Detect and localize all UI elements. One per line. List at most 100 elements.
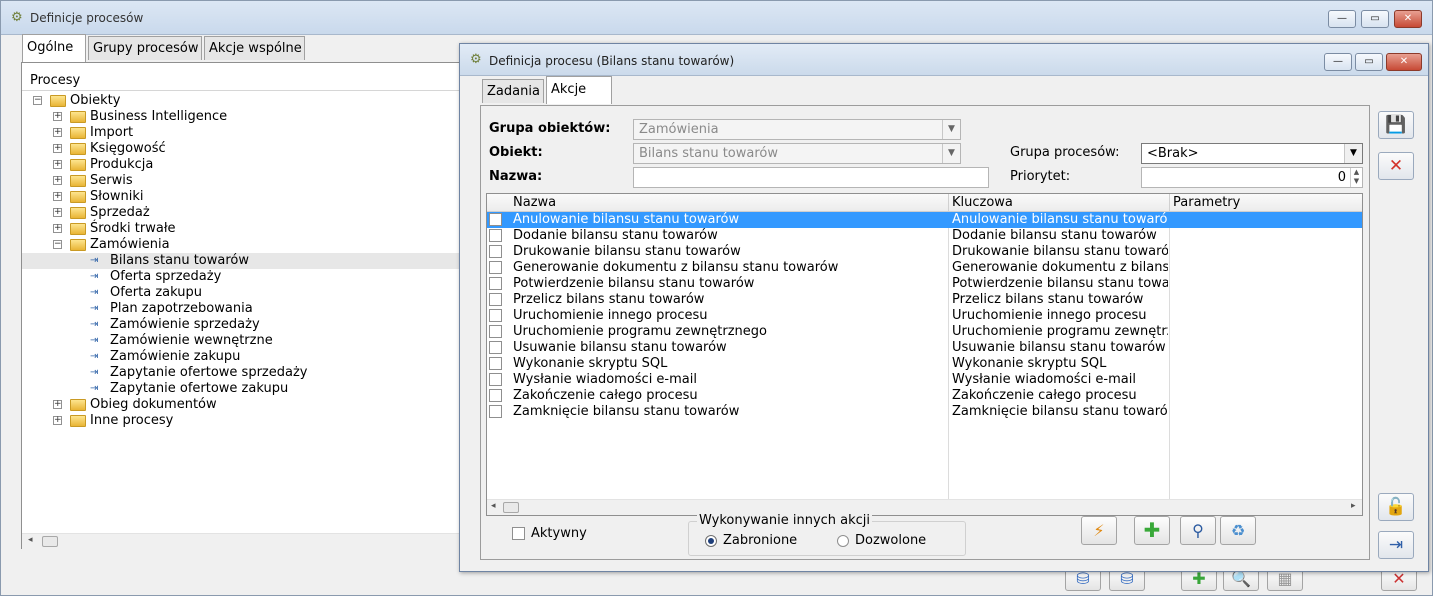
- tree-group[interactable]: + Serwis: [22, 173, 462, 189]
- minimize-button[interactable]: —: [1328, 10, 1356, 28]
- table-row[interactable]: Usuwanie bilansu stanu towarów Usuwanie b…: [487, 340, 1362, 356]
- table-row[interactable]: Uruchomienie programu zewnętrznego Urucho…: [487, 324, 1362, 340]
- collapse-icon[interactable]: −: [53, 240, 62, 249]
- add-button[interactable]: ✚: [1134, 516, 1170, 545]
- tree-group[interactable]: + Sprzedaż: [22, 205, 462, 221]
- grupa-procesow-combo[interactable]: <Brak> ▼: [1141, 143, 1363, 164]
- tree-process[interactable]: ⇥ Oferta zakupu: [22, 285, 462, 301]
- table-row[interactable]: Generowanie dokumentu z bilansu stanu to…: [487, 260, 1362, 276]
- table-row[interactable]: Uruchomienie innego procesu Uruchomienie …: [487, 308, 1362, 324]
- column-header-nazwa[interactable]: Nazwa: [513, 195, 556, 211]
- row-checkbox[interactable]: [489, 213, 502, 226]
- pin-button[interactable]: ⇥: [1378, 531, 1414, 559]
- expand-icon[interactable]: +: [53, 112, 62, 121]
- tree-group[interactable]: + Księgowość: [22, 141, 462, 157]
- tree-group[interactable]: + Business Intelligence: [22, 109, 462, 125]
- recycle-button[interactable]: ♻: [1220, 516, 1256, 545]
- expand-icon[interactable]: +: [53, 128, 62, 137]
- row-checkbox[interactable]: [489, 373, 502, 386]
- table-row[interactable]: Wykonanie skryptu SQL Wykonanie skryptu S…: [487, 356, 1362, 372]
- tree-process[interactable]: ⇥ Oferta sprzedaży: [22, 269, 462, 285]
- row-checkbox[interactable]: [489, 357, 502, 370]
- save-button[interactable]: 💾: [1378, 111, 1414, 139]
- tab-grupy-procesow[interactable]: Grupy procesów: [88, 36, 202, 60]
- expand-icon[interactable]: +: [53, 144, 62, 153]
- expand-icon[interactable]: +: [53, 176, 62, 185]
- grupa-obiektow-combo[interactable]: Zamówienia ▼: [633, 119, 961, 140]
- row-checkbox[interactable]: [489, 229, 502, 242]
- tree-process[interactable]: ⇥ Plan zapotrzebowania: [22, 301, 462, 317]
- row-checkbox[interactable]: [489, 389, 502, 402]
- radio-dozwolone[interactable]: [837, 535, 849, 547]
- cancel-button-main[interactable]: ✕: [1381, 569, 1417, 591]
- tab-akcje-wspolne[interactable]: Akcje wspólne: [204, 36, 305, 60]
- row-checkbox[interactable]: [489, 405, 502, 418]
- tree-group[interactable]: + Produkcja: [22, 157, 462, 173]
- row-checkbox[interactable]: [489, 341, 502, 354]
- chevron-down-icon[interactable]: ▼: [942, 144, 960, 163]
- table-row[interactable]: Anulowanie bilansu stanu towarów Anulowan…: [487, 212, 1362, 228]
- tab-ogolne[interactable]: Ogólne: [22, 34, 86, 62]
- tree-process[interactable]: ⇥ Bilans stanu towarów: [22, 253, 462, 269]
- unlock-button[interactable]: 🔓: [1378, 493, 1414, 521]
- expand-icon[interactable]: +: [53, 208, 62, 217]
- table-row[interactable]: Wysłanie wiadomości e-mail Wysłanie wiado…: [487, 372, 1362, 388]
- scroll-thumb[interactable]: [503, 502, 519, 513]
- dialog-minimize-button[interactable]: —: [1324, 53, 1352, 71]
- spinner-arrows-icon[interactable]: ▲ ▼: [1350, 168, 1362, 187]
- search-button-main[interactable]: 🔍: [1223, 569, 1259, 591]
- close-button[interactable]: ✕: [1394, 10, 1422, 28]
- tree-process[interactable]: ⇥ Zamówienie zakupu: [22, 349, 462, 365]
- tree-process[interactable]: ⇥ Zamówienie wewnętrzne: [22, 333, 462, 349]
- scroll-right-icon[interactable]: ▸: [1351, 501, 1356, 511]
- aktywny-checkbox[interactable]: [512, 527, 525, 540]
- tree-root-obiekty[interactable]: − Obiekty: [22, 93, 462, 109]
- tree-group-zamowienia[interactable]: − Zamówienia: [22, 237, 462, 253]
- nazwa-input[interactable]: [633, 167, 989, 188]
- tree-group[interactable]: + Środki trwałe: [22, 221, 462, 237]
- row-checkbox[interactable]: [489, 277, 502, 290]
- expand-icon[interactable]: +: [53, 160, 62, 169]
- tree-group[interactable]: + Inne procesy: [22, 413, 462, 429]
- tree-group[interactable]: + Słowniki: [22, 189, 462, 205]
- scroll-left-icon[interactable]: ◂: [491, 501, 496, 511]
- collapse-icon[interactable]: −: [33, 96, 42, 105]
- row-checkbox[interactable]: [489, 261, 502, 274]
- tree-group[interactable]: + Obieg dokumentów: [22, 397, 462, 413]
- lightning-button[interactable]: ⚡: [1081, 516, 1117, 545]
- row-checkbox[interactable]: [489, 309, 502, 322]
- tab-akcje[interactable]: Akcje: [546, 76, 612, 104]
- table-row[interactable]: Dodanie bilansu stanu towarów Dodanie bil…: [487, 228, 1362, 244]
- process-tree[interactable]: − Obiekty + Business Intelligence + Import + Ks…: [22, 91, 470, 531]
- add-button-main[interactable]: ✚: [1181, 569, 1217, 591]
- cancel-button[interactable]: ✕: [1378, 152, 1414, 180]
- chevron-down-icon[interactable]: ▼: [1344, 144, 1362, 163]
- dialog-close-button[interactable]: ✕: [1386, 53, 1422, 71]
- radio-zabronione[interactable]: [705, 535, 717, 547]
- expand-icon[interactable]: +: [53, 192, 62, 201]
- column-header-kluczowa[interactable]: Kluczowa: [952, 195, 1013, 211]
- tree-process[interactable]: ⇥ Zapytanie ofertowe sprzedaży: [22, 365, 462, 381]
- row-checkbox[interactable]: [489, 245, 502, 258]
- scroll-thumb[interactable]: [42, 536, 58, 547]
- maximize-button[interactable]: ▭: [1361, 10, 1389, 28]
- table-row[interactable]: Przelicz bilans stanu towarów Przelicz bi…: [487, 292, 1362, 308]
- search-button[interactable]: ⚲: [1180, 516, 1216, 545]
- row-checkbox[interactable]: [489, 293, 502, 306]
- table-row[interactable]: Zakończenie całego procesu Zakończenie ca…: [487, 388, 1362, 404]
- table-row[interactable]: Zamknięcie bilansu stanu towarów Zamknięc…: [487, 404, 1362, 420]
- table-row[interactable]: Potwierdzenie bilansu stanu towarów Potwi…: [487, 276, 1362, 292]
- chevron-down-icon[interactable]: ▼: [942, 120, 960, 139]
- dialog-maximize-button[interactable]: ▭: [1355, 53, 1383, 71]
- priorytet-spinner[interactable]: 0 ▲ ▼: [1141, 167, 1363, 188]
- db-button-2[interactable]: ⛁: [1109, 569, 1145, 591]
- table-row[interactable]: Drukowanie bilansu stanu towarów Drukowan…: [487, 244, 1362, 260]
- column-header-parametry[interactable]: Parametry: [1173, 195, 1240, 211]
- expand-icon[interactable]: +: [53, 400, 62, 409]
- delete-button-main[interactable]: ▦: [1267, 569, 1303, 591]
- tree-group[interactable]: + Import: [22, 125, 462, 141]
- grid-horizontal-scrollbar[interactable]: ◂ ▸: [487, 499, 1362, 515]
- tree-horizontal-scrollbar[interactable]: ◂: [22, 533, 470, 549]
- db-button-1[interactable]: ⛁: [1065, 569, 1101, 591]
- row-checkbox[interactable]: [489, 325, 502, 338]
